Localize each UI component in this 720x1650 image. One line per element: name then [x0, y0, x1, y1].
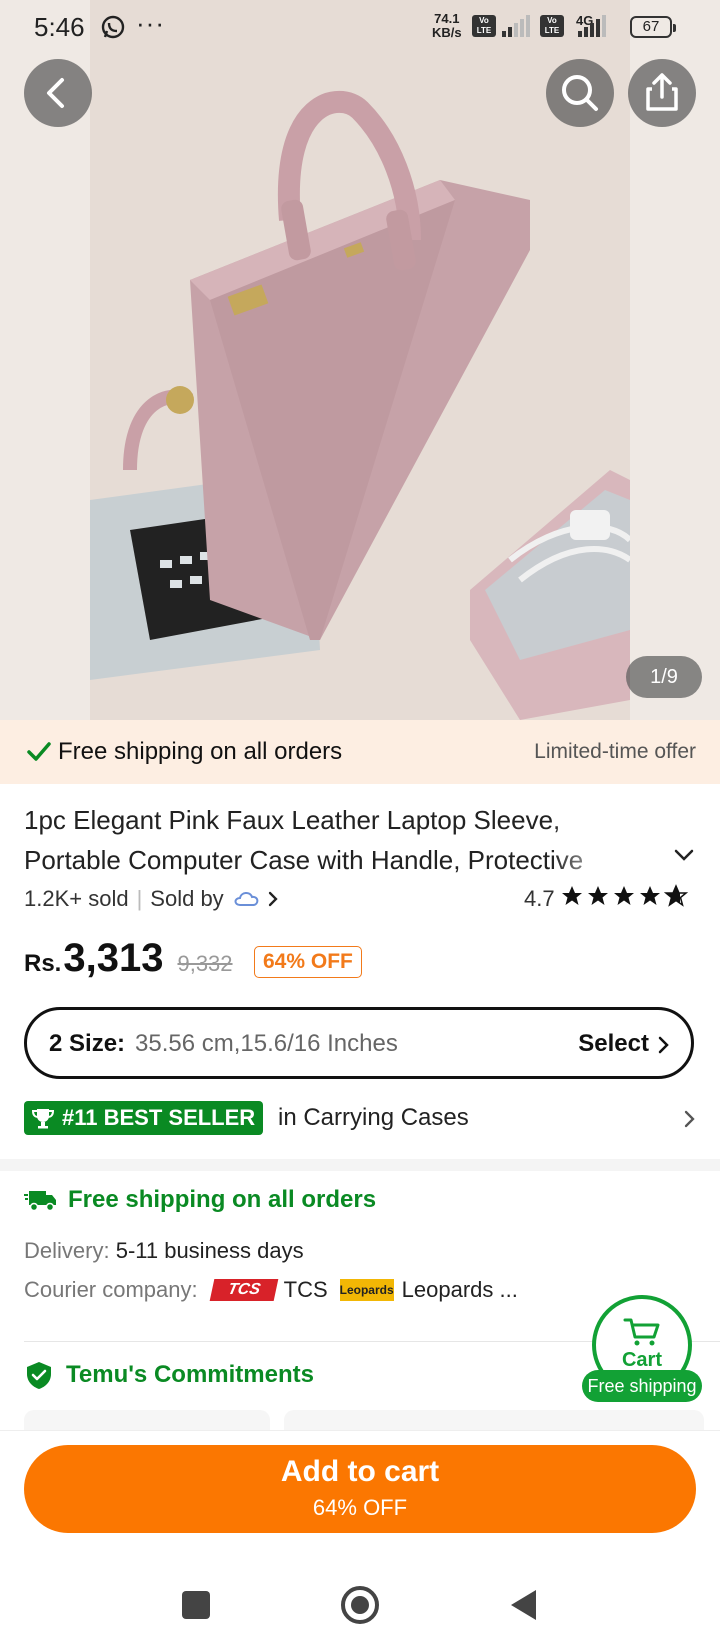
- delivery-value: 5-11 business days: [115, 1238, 304, 1263]
- floating-cart-label: Cart: [621, 1349, 662, 1371]
- shipping-heading-text: Free shipping on all orders: [68, 1186, 377, 1213]
- separator: |: [136, 886, 143, 911]
- home-button[interactable]: [341, 1586, 379, 1624]
- courier-label: Courier company:: [24, 1277, 198, 1302]
- back-button[interactable]: [24, 59, 92, 127]
- sold-count: 1.2K+ sold: [24, 886, 129, 911]
- truck-icon: [24, 1191, 56, 1212]
- volte-icon: Vo LTE: [472, 15, 496, 37]
- courier-tcs: TCS: [283, 1277, 328, 1302]
- select-button[interactable]: Select: [578, 1030, 649, 1058]
- system-navigation-bar: [0, 1545, 720, 1650]
- bottom-action-bar: Add to cart 64% OFF: [0, 1430, 720, 1533]
- delivery-label: Delivery:: [24, 1238, 110, 1263]
- battery-icon: 67: [630, 16, 676, 38]
- shipping-heading[interactable]: Free shipping on all orders: [24, 1186, 376, 1214]
- star-icon: [614, 886, 634, 905]
- promo-banner[interactable]: Free shipping on all orders Limited-time…: [0, 720, 720, 784]
- commitment-card[interactable]: [284, 1410, 704, 1430]
- section-divider: [0, 1159, 720, 1171]
- add-to-cart-label: Add to cart: [280, 1455, 440, 1488]
- sold-by-label: Sold by: [150, 886, 224, 911]
- back-icon: [47, 78, 64, 108]
- commitments-heading-text: Temu's Commitments: [66, 1361, 314, 1388]
- discount-badge: 64% OFF: [254, 946, 362, 978]
- price-currency: Rs.: [24, 950, 62, 977]
- limited-offer-text: Limited-time offer: [534, 740, 696, 763]
- search-button[interactable]: [546, 59, 614, 127]
- gallery-counter: 1/9: [626, 656, 702, 698]
- price-value: 3,313: [63, 936, 164, 980]
- size-selector[interactable]: 2 Size: 35.56 cm,15.6/16 Inches Select: [24, 1007, 694, 1079]
- commitment-card[interactable]: [24, 1410, 270, 1430]
- chevron-right-icon: [658, 1036, 669, 1054]
- store-logo-icon: [234, 892, 259, 906]
- commitments-heading[interactable]: Temu's Commitments: [24, 1360, 314, 1390]
- leopards-logo: Leopards: [339, 1279, 394, 1301]
- courier-leopards: Leopards ...: [401, 1277, 518, 1302]
- shield-icon: [27, 1362, 51, 1389]
- rating-stars[interactable]: [560, 884, 688, 908]
- rating-value: 4.7: [524, 886, 555, 911]
- share-icon: [646, 73, 678, 111]
- add-to-cart-button[interactable]: Add to cart 64% OFF: [24, 1445, 696, 1533]
- status-time: 5:46: [34, 12, 85, 42]
- network-speed-value: 74.1: [434, 11, 460, 26]
- network-speed: 74.1 KB/s: [432, 12, 462, 40]
- search-icon: [562, 75, 598, 111]
- recent-apps-button[interactable]: [182, 1591, 210, 1619]
- sold-row[interactable]: 1.2K+ sold | Sold by: [24, 886, 282, 912]
- status-bar: 5:46 ··· 74.1 KB/s Vo LTE Vo LTE 4G 67: [0, 0, 720, 56]
- size-value: 35.56 cm,15.6/16 Inches: [135, 1030, 398, 1057]
- star-icon: [640, 886, 660, 905]
- star-icon: [588, 886, 608, 905]
- free-shipping-badge: Free shipping: [582, 1370, 702, 1402]
- best-seller-badge[interactable]: #11 BEST SELLER: [24, 1101, 264, 1135]
- chevron-right-icon[interactable]: [682, 1108, 698, 1130]
- tcs-logo: TCS: [209, 1279, 278, 1301]
- more-notifications-icon: ···: [136, 8, 165, 38]
- share-button[interactable]: [628, 59, 696, 127]
- courier-row: Courier company: TCS TCS Leopards Leopar…: [24, 1277, 518, 1303]
- volte-icon-2: Vo LTE: [540, 15, 564, 37]
- star-icon: [562, 886, 582, 905]
- chevron-right-icon: [268, 891, 278, 907]
- price-row: Rs. 3,313 9,332: [24, 936, 233, 981]
- chevron-down-icon[interactable]: [672, 846, 696, 864]
- nav-back-button[interactable]: [508, 1587, 540, 1623]
- best-seller-category[interactable]: in Carrying Cases: [278, 1104, 469, 1132]
- product-title[interactable]: 1pc Elegant Pink Faux Leather Laptop Sle…: [24, 800, 624, 880]
- network-speed-unit: KB/s: [432, 25, 462, 40]
- add-to-cart-discount: 64% OFF: [312, 1495, 408, 1520]
- delivery-row: Delivery: 5-11 business days: [24, 1238, 304, 1264]
- cart-icon: [623, 1318, 660, 1346]
- star-half-icon: [664, 884, 688, 907]
- promo-text: Free shipping on all orders: [58, 738, 343, 765]
- signal-strength-icon: [502, 15, 530, 37]
- whatsapp-icon: [100, 14, 126, 40]
- signal-strength-icon-2: [578, 15, 606, 37]
- best-seller-rank: #11 BEST SELLER: [62, 1105, 256, 1130]
- size-label: 2 Size:: [49, 1030, 126, 1057]
- trophy-icon: [31, 1109, 55, 1129]
- original-price: 9,332: [177, 951, 233, 976]
- check-icon: [27, 742, 51, 761]
